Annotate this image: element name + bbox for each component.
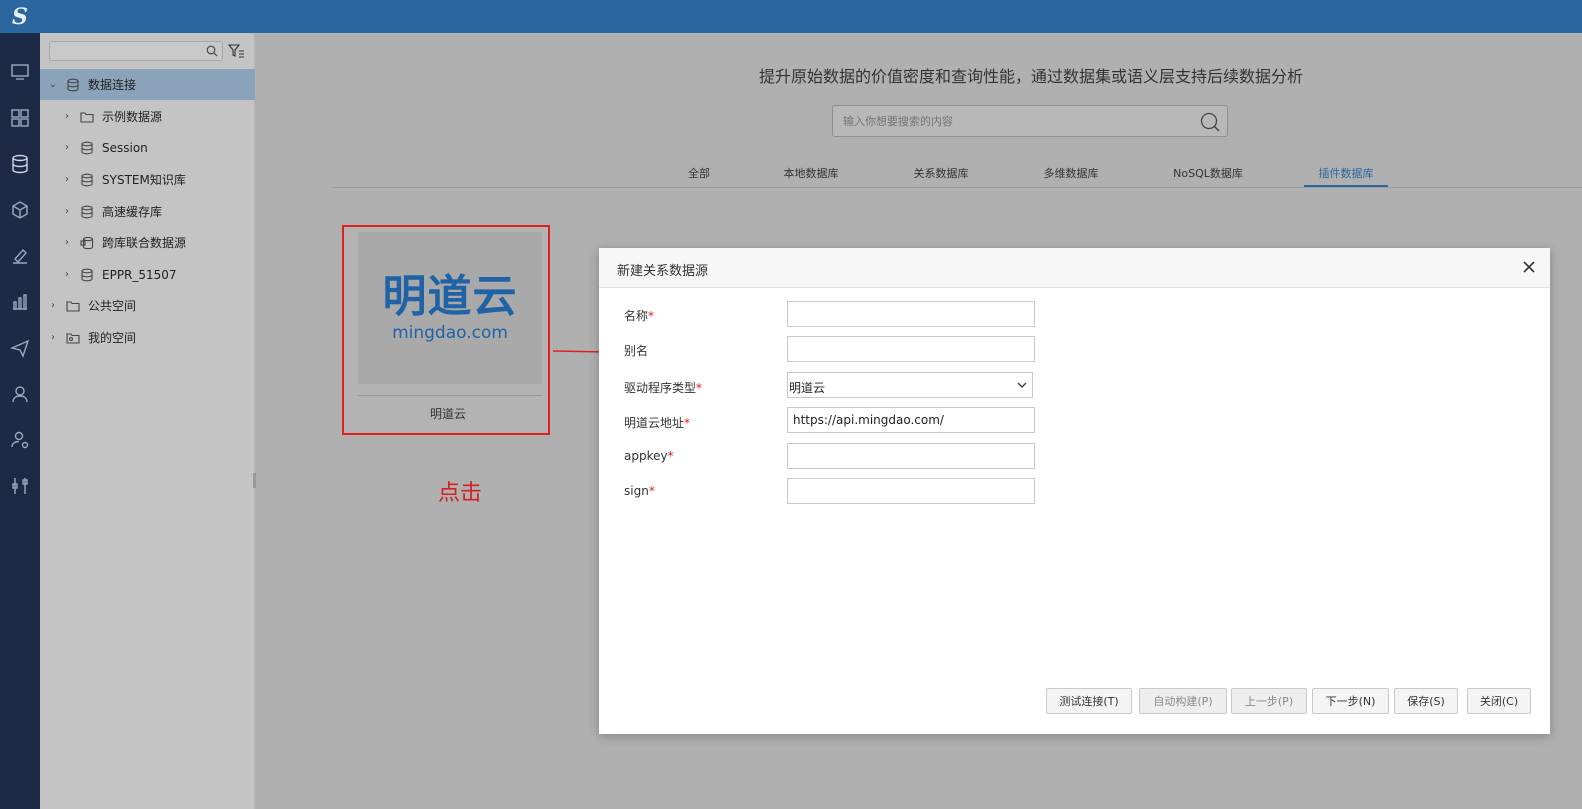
datasource-card-mingdao[interactable]: 明道云 mingdao.com 明道云: [342, 225, 550, 435]
field-label-alias: 别名: [624, 344, 649, 358]
db-icon: [80, 205, 94, 219]
tree-item-public-space[interactable]: › 公共空间: [40, 290, 255, 321]
tab-multidimensional-db[interactable]: 多维数据库: [1036, 165, 1106, 181]
tab-nosql-db[interactable]: NoSQL数据库: [1166, 165, 1250, 181]
design-icon[interactable]: [8, 244, 32, 268]
card-label: 明道云: [429, 407, 466, 421]
tree-item-label: 公共空间: [88, 299, 137, 313]
card-divider: [358, 395, 542, 396]
chevron-right-icon[interactable]: ›: [62, 237, 72, 248]
tree-item-label: EPPR_51507: [102, 267, 177, 282]
tree-item-sample-datasource[interactable]: › 示例数据源: [40, 101, 255, 132]
chevron-right-icon[interactable]: ›: [62, 174, 72, 185]
db-icon: [80, 268, 94, 282]
folder-icon: [80, 110, 94, 124]
tab-plugin-db[interactable]: 插件数据库: [1304, 165, 1388, 181]
cube-icon[interactable]: [8, 198, 32, 222]
dialog-header: 新建关系数据源: [599, 248, 1550, 288]
save-button[interactable]: 保存(S): [1394, 688, 1458, 714]
chevron-right-icon[interactable]: ›: [62, 269, 72, 280]
chevron-down-icon[interactable]: [1016, 379, 1028, 391]
tab-relational-db[interactable]: 关系数据库: [906, 165, 976, 181]
name-field[interactable]: [787, 301, 1035, 327]
tree-item-data-connection[interactable]: ⌄ 数据连接: [40, 69, 255, 100]
tree-item-system-kb[interactable]: › SYSTEM知识库: [40, 164, 255, 195]
mingdao-url-field[interactable]: [787, 407, 1035, 433]
close-button[interactable]: 关闭(C): [1467, 688, 1531, 714]
tree-item-label: 示例数据源: [102, 110, 163, 124]
user-settings-icon[interactable]: [8, 428, 32, 452]
dashboard-icon[interactable]: [8, 106, 32, 130]
field-label-driver-type: 驱动程序类型*: [624, 381, 703, 395]
field-label-name: 名称*: [624, 309, 655, 323]
tabs-divider: [332, 187, 1582, 188]
database-icon[interactable]: [8, 152, 32, 176]
auto-build-button[interactable]: 自动构建(P): [1139, 688, 1227, 714]
prev-step-button[interactable]: 上一步(P): [1231, 688, 1307, 714]
next-step-button[interactable]: 下一步(N): [1312, 688, 1389, 714]
new-datasource-dialog: 新建关系数据源 名称* 别名 驱动程序类型* 明道云 明道云地址* appkey…: [599, 248, 1550, 734]
sign-field[interactable]: [787, 478, 1035, 504]
tree-item-label: 数据连接: [88, 78, 137, 92]
federated-db-icon: [80, 236, 94, 250]
datasource-search-input[interactable]: [843, 113, 1183, 129]
tree-item-label: Session: [102, 140, 148, 155]
db-icon: [80, 141, 94, 155]
tab-local-db[interactable]: 本地数据库: [776, 165, 846, 181]
driver-type-value: 明道云: [789, 381, 826, 395]
chevron-right-icon[interactable]: ›: [62, 206, 72, 217]
nav-rail: [0, 33, 40, 809]
datasource-search-box[interactable]: [832, 105, 1228, 137]
annotation-click-note: 点击: [438, 481, 483, 506]
tree-item-cache-db[interactable]: › 高速缓存库: [40, 196, 255, 227]
field-label-sign: sign*: [624, 484, 655, 498]
tree-search-input[interactable]: [49, 41, 223, 61]
database-connection-icon: [66, 78, 80, 92]
resource-tree-panel: ⌄ 数据连接 › 示例数据源 › Session › SYSTEM知识库 › 高…: [40, 33, 255, 809]
search-icon[interactable]: [1199, 111, 1221, 133]
monitor-icon[interactable]: [8, 60, 32, 84]
alias-field[interactable]: [787, 336, 1035, 362]
folder-icon: [66, 299, 80, 313]
mingdao-logo: 明道云 mingdao.com: [358, 232, 542, 384]
tree-item-federated-datasource[interactable]: › 跨库联合数据源: [40, 227, 255, 258]
tools-icon[interactable]: [8, 474, 32, 498]
tree-item-label: 跨库联合数据源: [102, 236, 187, 250]
tree-item-label: 我的空间: [88, 331, 137, 345]
chevron-right-icon[interactable]: ›: [48, 300, 58, 311]
chevron-right-icon[interactable]: ›: [48, 332, 58, 343]
db-icon: [80, 173, 94, 187]
field-label-appkey: appkey*: [624, 449, 674, 463]
field-label-mingdao-url: 明道云地址*: [624, 416, 691, 430]
chart-icon[interactable]: [8, 290, 32, 314]
search-icon[interactable]: [206, 45, 218, 57]
dialog-title: 新建关系数据源: [617, 264, 709, 279]
chevron-right-icon[interactable]: ›: [62, 142, 72, 153]
driver-type-select[interactable]: 明道云: [787, 372, 1033, 398]
tree-item-eppr[interactable]: › EPPR_51507: [40, 259, 255, 290]
test-connection-button[interactable]: 测试连接(T): [1046, 688, 1132, 714]
user-folder-icon: [66, 331, 80, 345]
chevron-right-icon[interactable]: ›: [62, 111, 72, 122]
filter-icon[interactable]: [227, 42, 245, 60]
tree-item-label: SYSTEM知识库: [102, 173, 186, 187]
admin-icon[interactable]: [8, 382, 32, 406]
tab-all[interactable]: 全部: [679, 165, 719, 181]
tree-item-session[interactable]: › Session: [40, 132, 255, 163]
chevron-down-icon[interactable]: ⌄: [48, 79, 58, 90]
appkey-field[interactable]: [787, 443, 1035, 469]
send-icon[interactable]: [8, 336, 32, 360]
close-icon[interactable]: [1522, 260, 1536, 274]
page-headline: 提升原始数据的价值密度和查询性能，通过数据集或语义层支持后续数据分析: [758, 67, 1303, 86]
active-tab-indicator: [1304, 185, 1388, 187]
app-logo[interactable]: S: [0, 0, 40, 33]
top-bar: S: [0, 0, 1582, 33]
tree-item-my-space[interactable]: › 我的空间: [40, 322, 255, 353]
tree-item-label: 高速缓存库: [102, 205, 163, 219]
